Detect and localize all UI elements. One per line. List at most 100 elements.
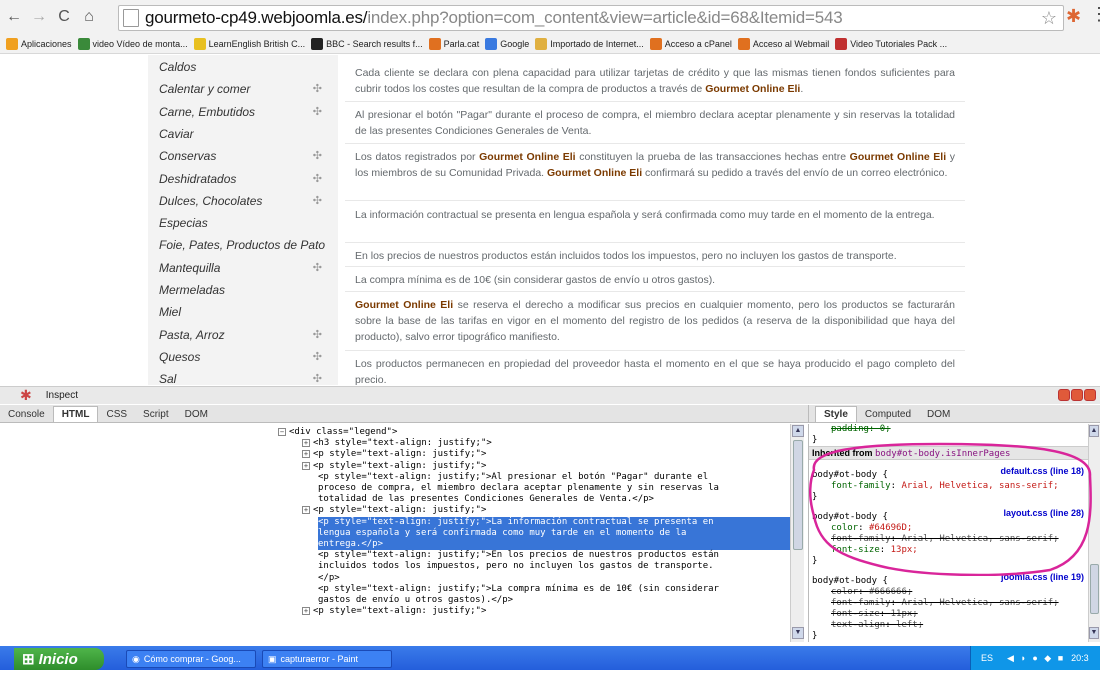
firebug-extension-icon[interactable]: ✱ bbox=[1066, 6, 1081, 27]
bookmark-favicon-icon bbox=[428, 37, 441, 50]
category-item[interactable]: Dulces, Chocolates ✣ bbox=[159, 190, 334, 212]
category-item[interactable]: Especias bbox=[159, 212, 334, 234]
category-item[interactable]: Pasta, Arroz ✣ bbox=[159, 324, 334, 346]
html-node-line[interactable]: + <p style="text-align: justify;"> bbox=[302, 505, 790, 516]
html-node-line[interactable]: proceso de compra, el miembro declara ac… bbox=[318, 483, 790, 494]
category-item[interactable]: Sal ✣ bbox=[159, 368, 334, 385]
firebug-tabs: Console HTML CSS Script DOM bbox=[0, 405, 808, 423]
expand-plus-icon[interactable]: ✣ bbox=[313, 149, 322, 162]
expand-plus-icon[interactable]: ✣ bbox=[313, 194, 322, 207]
task-paint[interactable]: ▣ capturaerror - Paint bbox=[262, 650, 392, 668]
html-node-line[interactable]: incluidos todos los impuestos, pero no i… bbox=[318, 561, 790, 572]
category-item[interactable]: Quesos ✣ bbox=[159, 346, 334, 368]
divider bbox=[345, 101, 965, 102]
html-node-line[interactable]: + <p style="text-align: justify;"> bbox=[302, 606, 790, 617]
task-chrome[interactable]: ◉ Cómo comprar - Goog... bbox=[126, 650, 256, 668]
overridden-css-property[interactable]: font-family: Arial, Helvetica, sans-seri… bbox=[831, 598, 1088, 609]
chrome-menu-icon[interactable]: ⋮ bbox=[1090, 4, 1100, 25]
inspect-button[interactable]: Inspect bbox=[46, 390, 78, 401]
category-item[interactable]: Conservas ✣ bbox=[159, 145, 334, 167]
category-item[interactable]: Carne, Embutidos ✣ bbox=[159, 101, 334, 123]
html-node-line[interactable]: <p style="text-align: justify;">La compr… bbox=[318, 584, 790, 595]
html-node-line[interactable]: + <h3 style="text-align: justify;"> bbox=[302, 438, 790, 449]
expand-plus-icon[interactable]: ✣ bbox=[313, 172, 322, 185]
close-icon[interactable] bbox=[1084, 389, 1096, 401]
collapse-toggle-icon[interactable]: − bbox=[278, 428, 286, 436]
category-item[interactable]: Foie, Pates, Productos de Pato bbox=[159, 234, 334, 256]
scroll-down-icon[interactable]: ▼ bbox=[1089, 627, 1099, 639]
side-tab-style[interactable]: Style bbox=[815, 406, 857, 422]
back-arrow-icon[interactable]: ← bbox=[3, 5, 25, 29]
bookmark-item[interactable]: Google bbox=[485, 37, 529, 50]
clock[interactable]: 20:3 bbox=[1071, 653, 1089, 663]
expand-plus-icon[interactable]: ✣ bbox=[313, 82, 322, 95]
expand-toggle-icon[interactable]: + bbox=[302, 607, 310, 616]
start-button[interactable]: ⊞ Inicio bbox=[14, 648, 104, 670]
css-brace: } bbox=[812, 631, 818, 641]
forward-arrow-icon[interactable]: → bbox=[28, 5, 50, 29]
divider bbox=[345, 266, 965, 267]
tab-html[interactable]: HTML bbox=[52, 406, 99, 422]
category-item[interactable]: Mermeladas bbox=[159, 279, 334, 301]
side-tab-computed[interactable]: Computed bbox=[857, 407, 919, 422]
home-icon[interactable]: ⌂ bbox=[78, 5, 100, 29]
expand-plus-icon[interactable]: ✣ bbox=[313, 350, 322, 363]
html-node-line[interactable]: totalidad de las presentes Condiciones G… bbox=[318, 494, 790, 505]
annotation-ellipse bbox=[809, 442, 1092, 576]
overridden-css-property[interactable]: color: #666666; bbox=[831, 587, 1088, 598]
category-item[interactable]: Deshidratados ✣ bbox=[159, 168, 334, 190]
bookmark-item[interactable]: LearnEnglish British C... bbox=[193, 37, 305, 50]
scroll-down-icon[interactable]: ▼ bbox=[792, 627, 804, 639]
language-indicator[interactable]: ES bbox=[981, 653, 993, 663]
selected-html-node[interactable]: <p style="text-align: justify;">La infor… bbox=[318, 516, 790, 528]
expand-toggle-icon[interactable]: + bbox=[302, 439, 310, 448]
bookmark-item[interactable]: BBC - Search results f... bbox=[311, 37, 423, 50]
side-tab-dom[interactable]: DOM bbox=[919, 407, 958, 422]
bookmark-item[interactable]: Video Tutoriales Pack ... bbox=[835, 37, 947, 50]
html-node-line[interactable]: <p style="text-align: justify;">Al presi… bbox=[318, 472, 790, 483]
expand-toggle-icon[interactable]: + bbox=[302, 450, 310, 459]
paragraph-data: Los datos registrados por Gourmet Online… bbox=[355, 151, 955, 179]
bookmark-star-icon[interactable]: ☆ bbox=[1041, 8, 1057, 29]
bookmark-favicon-icon bbox=[649, 37, 662, 50]
bookmark-item[interactable]: Acceso al Webmail bbox=[737, 37, 829, 50]
category-item[interactable]: Miel bbox=[159, 301, 334, 323]
bookmark-item[interactable]: Importado de Internet... bbox=[535, 37, 644, 50]
html-node-line[interactable]: <p style="text-align: justify;">En los p… bbox=[318, 550, 790, 561]
bookmark-item[interactable]: Parla.cat bbox=[428, 37, 479, 50]
firebug-bug-icon[interactable]: ✱ bbox=[20, 387, 32, 404]
address-bar[interactable]: gourmeto-cp49.webjoomla.es/index.php?opt… bbox=[118, 5, 1064, 31]
bookmark-item[interactable]: Aplicaciones bbox=[6, 37, 72, 50]
expand-plus-icon[interactable]: ✣ bbox=[313, 105, 322, 118]
html-node-line[interactable]: − <div class="legend"> bbox=[278, 427, 790, 438]
bookmark-item[interactable]: Acceso a cPanel bbox=[649, 37, 732, 50]
html-node-line[interactable]: gastos de envío u otros gastos).</p> bbox=[318, 595, 790, 606]
tab-css[interactable]: CSS bbox=[98, 407, 135, 422]
tab-dom[interactable]: DOM bbox=[177, 407, 216, 422]
html-node-line[interactable]: + <p style="text-align: justify;"> bbox=[302, 449, 790, 460]
category-item[interactable]: Calentar y comer ✣ bbox=[159, 78, 334, 100]
reload-icon[interactable]: C bbox=[53, 5, 75, 29]
selected-html-node[interactable]: entrega.</p> bbox=[318, 539, 790, 550]
tab-console[interactable]: Console bbox=[0, 407, 53, 422]
selected-html-node[interactable]: lengua española y será confirmada como m… bbox=[318, 527, 790, 539]
bookmark-item[interactable]: video Vídeo de monta... bbox=[77, 37, 188, 50]
expand-plus-icon[interactable]: ✣ bbox=[313, 328, 322, 341]
expand-plus-icon[interactable]: ✣ bbox=[313, 261, 322, 274]
overridden-css-property[interactable]: text-align: left; bbox=[831, 620, 1088, 631]
category-item[interactable]: Caviar bbox=[159, 123, 334, 145]
minimize-icon[interactable] bbox=[1058, 389, 1070, 401]
category-item[interactable]: Caldos bbox=[159, 56, 334, 78]
expand-toggle-icon[interactable]: + bbox=[302, 506, 310, 515]
tab-script[interactable]: Script bbox=[135, 407, 177, 422]
overridden-css-property[interactable]: font-size: 11px; bbox=[831, 609, 1088, 620]
detach-icon[interactable] bbox=[1071, 389, 1083, 401]
html-node-line[interactable]: + <p style="text-align: justify;"> bbox=[302, 461, 790, 472]
tray-icons[interactable]: ◀ ◗ ● ◆ ■ bbox=[1007, 653, 1065, 664]
expand-plus-icon[interactable]: ✣ bbox=[313, 372, 322, 385]
category-item[interactable]: Mantequilla ✣ bbox=[159, 257, 334, 279]
window-buttons bbox=[1058, 389, 1096, 401]
url-text[interactable]: gourmeto-cp49.webjoomla.es/index.php?opt… bbox=[145, 8, 843, 28]
expand-toggle-icon[interactable]: + bbox=[302, 461, 310, 470]
html-node-line[interactable]: </p> bbox=[318, 573, 790, 584]
